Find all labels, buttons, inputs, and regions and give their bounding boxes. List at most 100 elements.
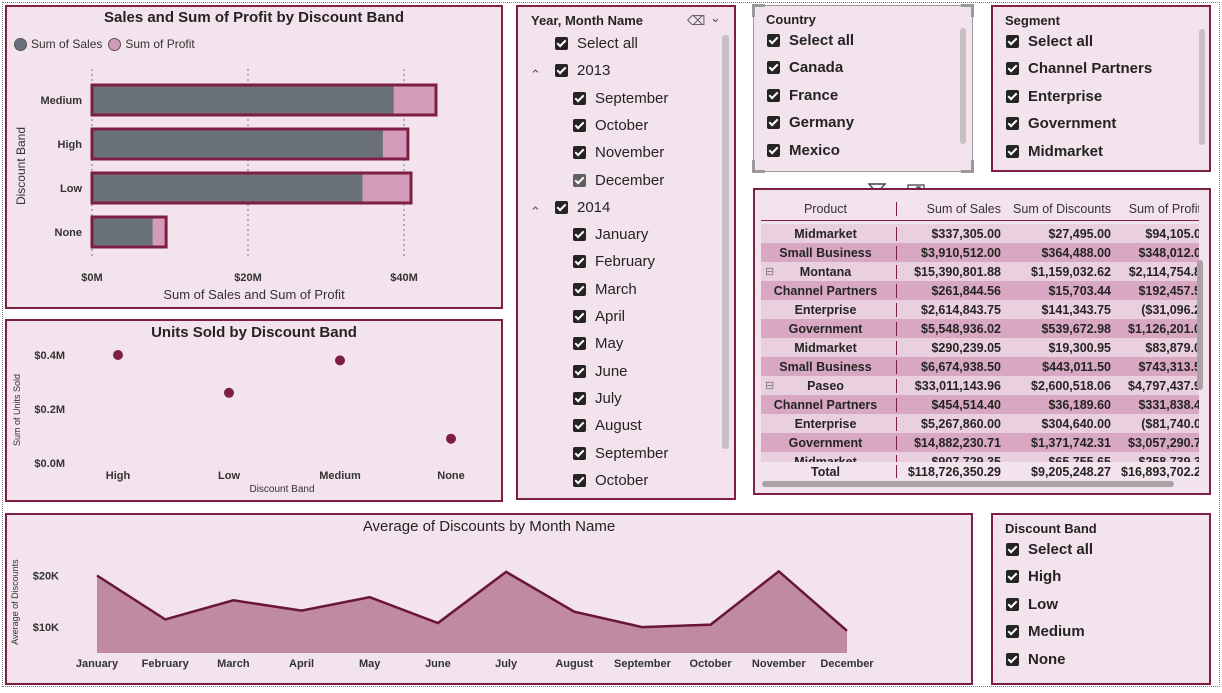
checkbox-checked-icon[interactable] (555, 37, 568, 50)
bar-sales[interactable] (92, 85, 394, 115)
table-vscrollbar[interactable] (1197, 260, 1203, 390)
bar-profit[interactable] (382, 129, 408, 159)
bar-sales[interactable] (92, 129, 383, 159)
units-sold-chart-panel[interactable]: Units Sold by Discount Band $0.0M $0.2M $0… (5, 319, 503, 502)
collapse-minus-icon[interactable]: ⊟ (765, 265, 774, 278)
segment-item[interactable]: Enterprise (1006, 88, 1102, 105)
checkbox-checked-icon[interactable] (573, 91, 586, 105)
checkbox-checked-icon[interactable] (1006, 543, 1019, 556)
checkbox-checked-icon[interactable] (767, 61, 780, 75)
product-matrix-table[interactable]: Product Sum of Sales Sum of Discounts Sum o… (753, 188, 1211, 495)
year-month-item[interactable]: March (573, 281, 637, 298)
year-month-item[interactable]: June (573, 363, 628, 380)
discount-band-item[interactable]: Low (1006, 596, 1058, 613)
country-scrollbar[interactable] (960, 28, 966, 144)
checkbox-checked-icon[interactable] (573, 364, 586, 378)
year-month-item[interactable]: July (573, 390, 622, 407)
checkbox-checked-icon[interactable] (767, 88, 780, 102)
year-month-item[interactable]: May (573, 335, 623, 352)
year-month-slicer[interactable]: Year, Month Name ⌫ ⌄ Select all ⌃ 2013 Sept… (516, 5, 736, 500)
table-row[interactable]: Small Business $6,674,938.50 $443,011.50 $7… (761, 357, 1199, 376)
country-item[interactable]: Canada (767, 59, 843, 76)
checkbox-checked-icon[interactable] (573, 337, 586, 351)
checkbox-checked-icon[interactable] (573, 118, 586, 132)
segment-item[interactable]: Select all (1006, 33, 1093, 50)
table-row[interactable]: Channel Partners $261,844.56 $15,703.44 $19… (761, 281, 1199, 300)
checkbox-checked-icon[interactable] (1006, 117, 1019, 131)
country-item[interactable]: France (767, 87, 838, 104)
resize-handle-bl[interactable] (752, 160, 765, 173)
table-hscrollbar[interactable] (762, 481, 1174, 487)
year-month-item[interactable]: August (573, 417, 642, 434)
scatter-point[interactable] (335, 355, 345, 366)
sales-profit-chart-panel[interactable]: Sales and Sum of Profit by Discount Band… (5, 5, 503, 309)
resize-handle-tr[interactable] (961, 4, 974, 17)
year-month-item[interactable]: October (573, 117, 648, 134)
checkbox-checked-icon[interactable] (1006, 570, 1019, 584)
collapse-chevron-icon[interactable]: ⌃ (530, 67, 541, 83)
checkbox-checked-icon[interactable] (767, 143, 780, 157)
year-month-item[interactable]: April (573, 308, 625, 325)
table-group-row[interactable]: ⊟ Paseo $33,011,143.96 $2,600,518.06 $4,797,… (761, 376, 1199, 395)
scatter-point[interactable] (113, 350, 123, 360)
scatter-point[interactable] (446, 433, 456, 444)
year-month-item[interactable]: 2014 (555, 199, 610, 216)
year-month-item[interactable]: Select all (555, 35, 638, 52)
checkbox-checked-icon[interactable] (555, 200, 568, 214)
collapse-chevron-icon[interactable]: ⌃ (530, 204, 541, 220)
avg-discounts-chart-panel[interactable]: Average of Discounts by Month Name $10K $… (5, 513, 973, 685)
bar-profit[interactable] (362, 173, 412, 203)
bar-profit[interactable] (393, 85, 436, 115)
resize-handle-br[interactable] (961, 160, 974, 173)
checkbox-checked-icon[interactable] (1006, 652, 1019, 666)
table-group-row[interactable]: ⊟ Montana $15,390,801.88 $1,159,032.62 $2,11… (761, 262, 1199, 281)
table-row[interactable]: Government $14,882,230.71 $1,371,742.31 $3,… (761, 433, 1199, 452)
checkbox-checked-icon[interactable] (1006, 89, 1019, 103)
checkbox-checked-icon[interactable] (555, 64, 568, 78)
checkbox-checked-icon[interactable] (573, 419, 586, 433)
checkbox-checked-icon[interactable] (573, 228, 586, 242)
table-row[interactable]: Small Business $3,910,512.00 $364,488.00 $3… (761, 243, 1199, 262)
segment-item[interactable]: Channel Partners (1006, 60, 1152, 77)
year-month-item[interactable]: January (573, 226, 648, 243)
table-row[interactable]: Enterprise $5,267,860.00 $304,640.00 ($81,7… (761, 414, 1199, 433)
country-item[interactable]: Germany (767, 114, 854, 131)
resize-handle-tl[interactable] (752, 4, 765, 17)
checkbox-checked-icon[interactable] (1006, 144, 1019, 158)
checkbox-checked-icon[interactable] (1006, 62, 1019, 76)
table-row[interactable]: Midmarket $337,305.00 $27,495.00 $94,105.0 (761, 224, 1199, 243)
segment-item[interactable]: Government (1006, 115, 1116, 132)
checkbox-checked-icon[interactable] (1006, 625, 1019, 639)
scatter-point[interactable] (224, 387, 234, 398)
country-item[interactable]: Mexico (767, 142, 840, 159)
discount-band-item[interactable]: None (1006, 651, 1066, 668)
table-row[interactable]: Channel Partners $454,514.40 $36,189.60 $33… (761, 395, 1199, 414)
discount-band-item[interactable]: Select all (1006, 541, 1093, 558)
year-month-item[interactable]: November (573, 144, 664, 161)
checkbox-checked-icon[interactable] (573, 446, 586, 460)
checkbox-checked-icon[interactable] (1006, 597, 1019, 611)
discount-band-item[interactable]: Medium (1006, 623, 1085, 640)
table-row[interactable]: Enterprise $2,614,843.75 $141,343.75 ($31,0… (761, 300, 1199, 319)
year-month-scrollbar[interactable] (722, 35, 729, 449)
country-slicer[interactable]: Country Select all Canada France Germany Mex… (752, 4, 974, 173)
segment-item[interactable]: Midmarket (1006, 143, 1103, 160)
chevron-down-icon[interactable]: ⌄ (710, 10, 721, 26)
year-month-item[interactable]: October (573, 472, 648, 489)
discount-band-item[interactable]: High (1006, 568, 1061, 585)
bar-sales[interactable] (92, 173, 363, 203)
checkbox-checked-icon[interactable] (1006, 35, 1019, 48)
year-month-item[interactable]: September (573, 90, 668, 107)
year-month-item[interactable]: February (573, 253, 655, 270)
bar-profit[interactable] (152, 217, 167, 247)
table-total-row[interactable]: Total $118,726,350.29 $9,205,248.27 $16,893… (761, 462, 1199, 478)
table-row[interactable]: Midmarket $290,239.05 $19,300.95 $83,879.0 (761, 338, 1199, 357)
checkbox-checked-icon[interactable] (573, 310, 586, 323)
year-month-item[interactable]: September (573, 445, 668, 462)
discount-band-slicer[interactable]: Discount Band Select all High Low Medium Non… (991, 513, 1211, 685)
collapse-minus-icon[interactable]: ⊟ (765, 379, 774, 392)
eraser-icon[interactable]: ⌫ (687, 13, 705, 29)
checkbox-checked-icon[interactable] (573, 173, 586, 187)
year-month-item[interactable]: December (573, 172, 664, 189)
checkbox-checked-icon[interactable] (573, 473, 586, 487)
